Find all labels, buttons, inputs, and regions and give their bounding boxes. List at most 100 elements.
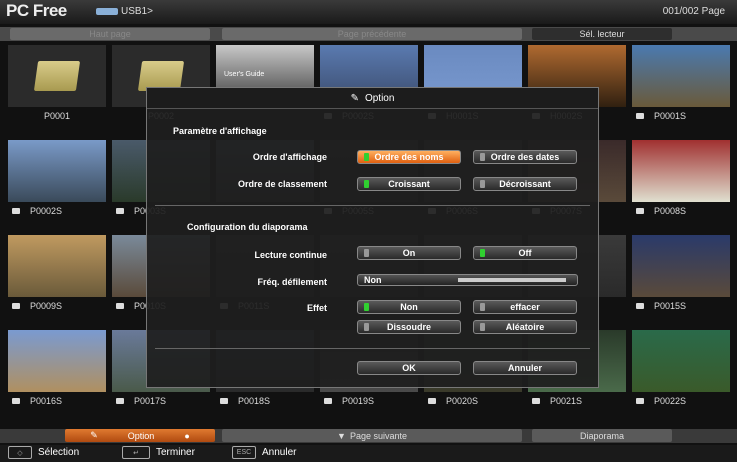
thumbnail-item[interactable]: P0009S <box>8 235 106 313</box>
help-bar <box>0 445 737 462</box>
source-breadcrumb: USB1> <box>96 6 153 17</box>
previous-page-button[interactable]: Page précédente <box>222 28 522 40</box>
select-reader-button[interactable]: Sél. lecteur <box>532 28 672 40</box>
image-thumbnail <box>632 140 730 202</box>
image-thumbnail <box>632 235 730 297</box>
camera-icon <box>636 208 644 214</box>
next-page-button[interactable]: ▼ Page suivante <box>222 429 522 442</box>
image-thumbnail <box>632 45 730 107</box>
on-label: On <box>402 248 416 258</box>
order-by-date-button[interactable]: Ordre des dates <box>473 150 577 164</box>
unselected-indicator-icon <box>364 249 369 257</box>
effect-wipe-button[interactable]: effacer <box>473 300 577 314</box>
order-by-date-label: Ordre des dates <box>490 152 560 162</box>
camera-icon <box>220 398 228 404</box>
dialog-titlebar: ✎ Option <box>147 88 598 109</box>
effect-none-button[interactable]: Non <box>357 300 461 314</box>
descending-button[interactable]: Décroissant <box>473 177 577 191</box>
selected-dot-icon: ● <box>184 430 190 441</box>
page-count: 001/002 Page <box>662 6 725 17</box>
image-thumbnail <box>8 140 106 202</box>
camera-icon <box>116 303 124 309</box>
effect-dissolve-label: Dissoudre <box>386 322 431 332</box>
option-button[interactable]: ✎ Option ● <box>65 429 215 442</box>
camera-icon <box>324 398 332 404</box>
ascending-button[interactable]: Croissant <box>357 177 461 191</box>
option-icon: ✎ <box>350 92 359 104</box>
descending-label: Décroissant <box>499 179 551 189</box>
thumbnail-name: P0001S <box>654 111 687 121</box>
thumbnail-label: P0021S <box>528 394 626 408</box>
slider-track <box>458 278 566 282</box>
doc-caption: User's Guide <box>224 71 265 78</box>
folder-icon <box>33 61 81 91</box>
effect-dissolve-button[interactable]: Dissoudre <box>357 320 461 334</box>
thumbnail-name: P0016S <box>30 396 63 406</box>
unselected-indicator-icon <box>480 153 485 161</box>
thumbnail-item[interactable]: P0016S <box>8 330 106 408</box>
section-divider <box>155 205 590 206</box>
order-by-name-button[interactable]: Ordre des noms <box>357 150 461 164</box>
section-display-settings: Paramètre d'affichage <box>173 126 267 136</box>
down-arrow-icon: ▼ <box>337 430 346 441</box>
selected-indicator-icon <box>480 249 485 257</box>
off-label: Off <box>518 248 532 258</box>
thumbnail-item[interactable]: P0022S <box>632 330 730 408</box>
slideshow-button[interactable]: Diaporama <box>532 429 672 442</box>
image-thumbnail <box>8 330 106 392</box>
help-terminer: ↵ Terminer <box>122 446 195 459</box>
camera-icon <box>12 303 20 309</box>
thumbnail-item[interactable]: P0001 <box>8 45 106 123</box>
thumbnail-name: P0019S <box>342 396 375 406</box>
thumbnail-item[interactable]: P0015S <box>632 235 730 313</box>
thumbnail-item[interactable]: P0001S <box>632 45 730 123</box>
scroll-frequency-label: Fréq. défilement <box>257 277 327 287</box>
section-slideshow-config: Configuration du diaporama <box>187 222 308 232</box>
selected-indicator-icon <box>364 180 369 188</box>
cancel-button[interactable]: Annuler <box>473 361 577 375</box>
thumbnail-label: P0017S <box>112 394 210 408</box>
camera-icon <box>636 113 644 119</box>
continuous-off-button[interactable]: Off <box>473 246 577 260</box>
thumbnail-label: P0002S <box>8 204 106 218</box>
source-label: USB1> <box>121 6 153 17</box>
thumbnail-name: P0018S <box>238 396 271 406</box>
thumbnail-label: P0009S <box>8 299 106 313</box>
camera-icon <box>636 303 644 309</box>
continuous-on-button[interactable]: On <box>357 246 461 260</box>
camera-icon <box>116 208 124 214</box>
unselected-indicator-icon <box>364 323 369 331</box>
thumbnail-name: P0009S <box>30 301 63 311</box>
effect-random-label: Aléatoire <box>505 322 545 332</box>
usb-icon <box>96 8 118 15</box>
scroll-frequency-slider[interactable]: Non <box>357 274 578 286</box>
ascending-label: Croissant <box>388 179 430 189</box>
camera-icon <box>12 398 20 404</box>
ok-button[interactable]: OK <box>357 361 461 375</box>
thumbnail-name: P0020S <box>446 396 479 406</box>
thumbnail-label: P0001S <box>632 109 730 123</box>
thumbnail-label: P0016S <box>8 394 106 408</box>
effect-label: Effet <box>307 303 327 313</box>
thumbnail-name: P0017S <box>134 396 167 406</box>
thumbnail-item[interactable]: P0002S <box>8 140 106 218</box>
help-terminer-label: Terminer <box>156 447 195 458</box>
camera-icon <box>532 398 540 404</box>
effect-random-button[interactable]: Aléatoire <box>473 320 577 334</box>
option-icon: ✎ <box>90 430 98 440</box>
image-thumbnail <box>632 330 730 392</box>
enter-key-icon: ↵ <box>122 446 150 459</box>
option-dialog: ✎ Option Paramètre d'affichage Ordre d'a… <box>146 87 599 388</box>
unselected-indicator-icon <box>480 303 485 311</box>
thumbnail-item[interactable]: P0008S <box>632 140 730 218</box>
sort-order-label: Ordre de classement <box>237 179 327 189</box>
next-page-label: Page suivante <box>349 430 407 441</box>
dialog-title: Option <box>364 92 395 104</box>
help-selection-label: Sélection <box>38 447 80 458</box>
section-divider <box>155 348 590 349</box>
thumbnail-name: P0008S <box>654 206 687 216</box>
thumbnail-name: P0021S <box>550 396 583 406</box>
scroll-frequency-value: Non <box>364 275 382 285</box>
top-page-button[interactable]: Haut page <box>10 28 210 40</box>
display-order-label: Ordre d'affichage <box>252 152 327 162</box>
